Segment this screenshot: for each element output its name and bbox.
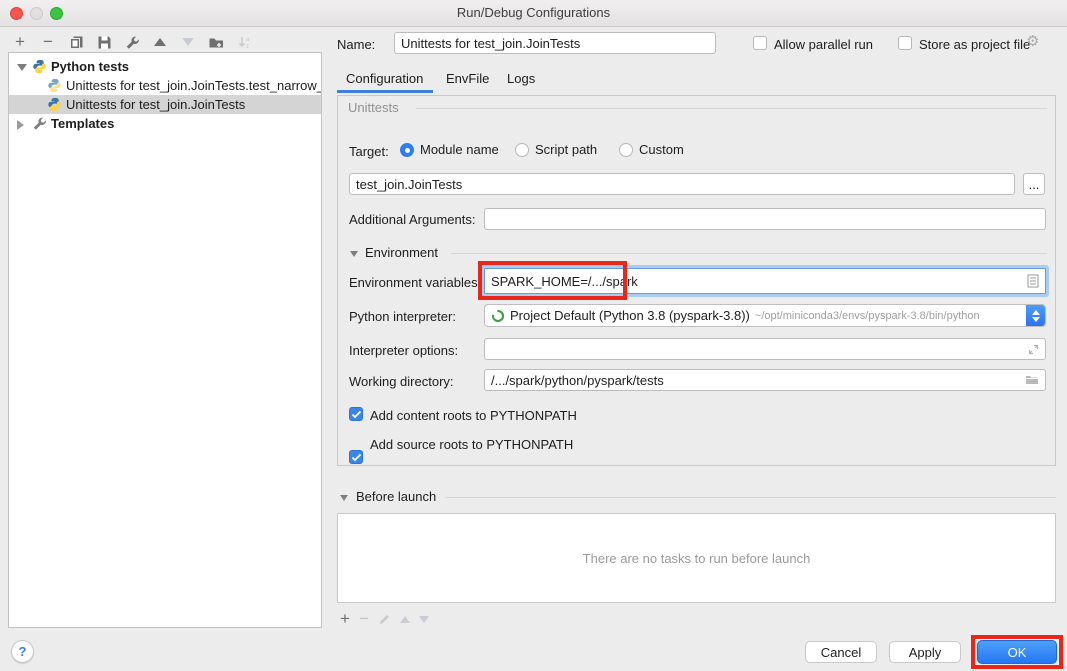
folder-icon[interactable] [1025, 374, 1039, 386]
interpreter-options-input[interactable] [484, 338, 1046, 360]
tree-item-label: Unittests for test_join.JoinTests.test_n… [66, 78, 322, 93]
configurations-tree: Python tests Unittests for test_join.Joi… [8, 52, 322, 628]
python-interpreter-path: ~/opt/miniconda3/envs/pyspark-3.8/bin/py… [755, 310, 980, 322]
module-name-radio-label: Module name [420, 142, 499, 157]
before-launch-group-label: Before launch [356, 489, 436, 504]
target-option-script-path[interactable]: Script path [515, 142, 597, 157]
store-as-project-file-label: Store as project file [919, 37, 1030, 52]
group-divider [446, 497, 1056, 498]
name-input[interactable] [394, 32, 716, 54]
before-launch-collapse-icon[interactable] [340, 495, 348, 501]
environment-variables-input[interactable]: SPARK_HOME=/.../spark [484, 268, 1046, 294]
add-configuration-icon[interactable]: + [12, 34, 28, 50]
custom-radio[interactable] [619, 143, 633, 157]
sort-configurations-icon[interactable]: az [236, 34, 252, 50]
new-folder-icon[interactable] [208, 34, 224, 50]
target-option-module-name[interactable]: Module name [400, 142, 499, 157]
move-task-down-icon[interactable] [419, 616, 429, 623]
group-divider [451, 253, 1047, 254]
store-as-project-file-checkbox[interactable] [898, 36, 912, 50]
copy-configuration-icon[interactable] [68, 34, 84, 50]
edit-task-pencil-icon[interactable] [378, 613, 391, 626]
tree-item-label: Python tests [51, 59, 129, 74]
module-name-input[interactable] [349, 173, 1015, 195]
variables-list-icon[interactable] [1027, 274, 1039, 288]
custom-radio-label: Custom [639, 142, 684, 157]
group-divider [416, 108, 1047, 109]
no-tasks-message: There are no tasks to run before launch [583, 551, 811, 566]
tree-item-python-tests[interactable]: Python tests [9, 57, 321, 76]
cancel-button[interactable]: Cancel [805, 641, 877, 663]
python-interpreter-label: Python interpreter: [349, 309, 456, 324]
python-icon [32, 59, 47, 74]
expander-closed-icon[interactable] [17, 119, 26, 128]
python-interpreter-value: Project Default (Python 3.8 (pyspark-3.8… [510, 308, 750, 323]
allow-parallel-run-checkbox[interactable] [753, 36, 767, 50]
add-source-roots-checkbox[interactable] [349, 450, 363, 464]
working-directory-value: /.../spark/python/pyspark/tests [491, 373, 664, 388]
store-settings-gear-icon[interactable]: ⚙ [1026, 34, 1039, 50]
tab-logs[interactable]: Logs [507, 71, 535, 86]
add-content-roots-checkbox[interactable] [349, 407, 363, 421]
run-debug-configurations-dialog: Run/Debug Configurations + − az Python t… [0, 0, 1067, 671]
move-down-icon[interactable] [180, 34, 196, 50]
browse-button[interactable]: ... [1023, 173, 1045, 195]
add-source-roots-label: Add source roots to PYTHONPATH [370, 437, 573, 452]
target-option-custom[interactable]: Custom [619, 142, 684, 157]
script-path-radio-label: Script path [535, 142, 597, 157]
help-label: ? [19, 644, 27, 659]
expander-open-icon[interactable] [17, 62, 26, 71]
interpreter-dropdown-stepper[interactable] [1026, 305, 1045, 326]
additional-arguments-label: Additional Arguments: [349, 212, 475, 227]
move-task-up-icon[interactable] [400, 616, 410, 623]
title-bar: Run/Debug Configurations [0, 0, 1067, 27]
tree-item-unittest-jointests-selected[interactable]: Unittests for test_join.JoinTests [9, 95, 321, 114]
tree-item-label: Unittests for test_join.JoinTests [66, 97, 245, 112]
name-label: Name: [337, 37, 375, 52]
expand-field-icon[interactable] [1028, 344, 1039, 355]
python-test-icon [47, 78, 62, 93]
additional-arguments-input[interactable] [484, 208, 1046, 230]
script-path-radio[interactable] [515, 143, 529, 157]
python-test-icon [47, 97, 62, 112]
ok-button[interactable]: OK [977, 640, 1057, 664]
help-button[interactable]: ? [11, 640, 34, 663]
configuration-panel: Unittests Target: Module name Script pat… [337, 95, 1056, 466]
environment-collapse-icon[interactable] [350, 251, 358, 257]
window-title: Run/Debug Configurations [0, 5, 1067, 20]
tree-item-templates[interactable]: Templates [9, 114, 321, 133]
configurations-toolbar: + − az [12, 32, 252, 52]
tab-configuration[interactable]: Configuration [346, 71, 423, 86]
active-tab-underline [337, 90, 433, 93]
python-interpreter-select[interactable]: Project Default (Python 3.8 (pyspark-3.8… [484, 304, 1046, 327]
apply-button[interactable]: Apply [889, 641, 961, 663]
edit-templates-wrench-icon[interactable] [124, 34, 140, 50]
before-launch-toolbar: + − [340, 611, 429, 627]
svg-text:a: a [246, 37, 250, 43]
remove-configuration-icon[interactable]: − [40, 34, 56, 50]
interpreter-options-label: Interpreter options: [349, 343, 458, 358]
working-directory-label: Working directory: [349, 374, 454, 389]
add-content-roots-label: Add content roots to PYTHONPATH [370, 408, 577, 423]
before-launch-tasks-list[interactable]: There are no tasks to run before launch [337, 513, 1056, 603]
move-up-icon[interactable] [152, 34, 168, 50]
conda-interpreter-icon [491, 309, 505, 323]
templates-wrench-icon [32, 116, 47, 131]
environment-variables-value: SPARK_HOME=/.../spark [491, 274, 638, 289]
add-task-icon[interactable]: + [340, 611, 350, 627]
save-configuration-icon[interactable] [96, 34, 112, 50]
working-directory-input[interactable]: /.../spark/python/pyspark/tests [484, 369, 1046, 391]
environment-variables-label: Environment variables: [349, 275, 481, 290]
remove-task-icon[interactable]: − [359, 611, 369, 627]
tree-item-unittest-narrow[interactable]: Unittests for test_join.JoinTests.test_n… [9, 76, 321, 95]
allow-parallel-run-label: Allow parallel run [774, 37, 873, 52]
environment-group-label: Environment [365, 245, 438, 260]
tab-envfile[interactable]: EnvFile [446, 71, 489, 86]
svg-text:z: z [246, 44, 249, 50]
unittests-group-label: Unittests [348, 100, 399, 115]
target-label: Target: [349, 144, 389, 159]
tree-item-label: Templates [51, 116, 114, 131]
module-name-radio[interactable] [400, 143, 414, 157]
